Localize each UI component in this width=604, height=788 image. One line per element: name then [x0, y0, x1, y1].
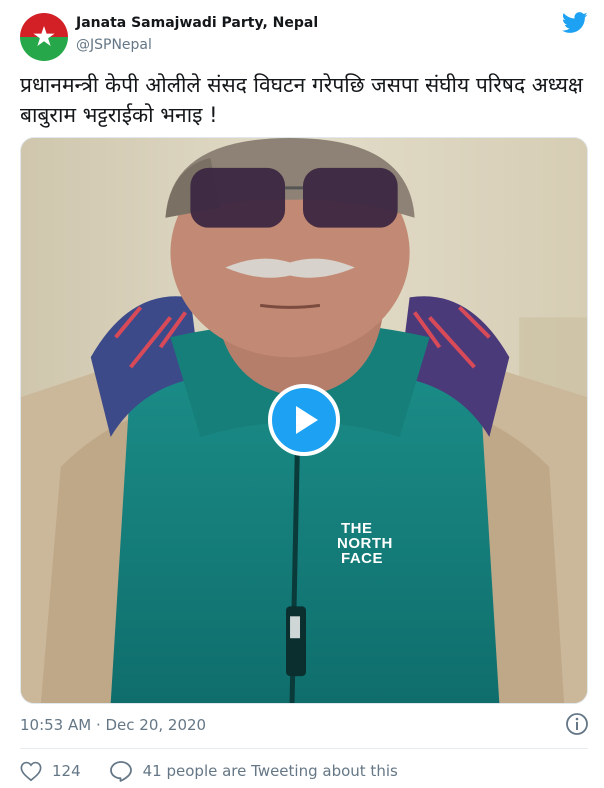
jacket-logo: THE NORTH FACE	[337, 520, 393, 567]
like-button[interactable]: 124	[20, 760, 109, 782]
embedded-tweet: Janata Samajwadi Party, Nepal @JSPNepal …	[0, 0, 604, 788]
conversation-link[interactable]: 41 people are Tweeting about this	[109, 760, 398, 782]
tweet-actions: 124 41 people are Tweeting about this	[20, 758, 398, 784]
heart-icon	[20, 761, 42, 782]
like-count: 124	[52, 762, 81, 780]
tweet-timestamp[interactable]: 10:53 AM · Dec 20, 2020	[20, 716, 206, 734]
conversation-text: 41 people are Tweeting about this	[142, 762, 398, 780]
tweet-video[interactable]: THE NORTH FACE	[20, 137, 588, 704]
play-button[interactable]	[268, 384, 340, 456]
author-handle[interactable]: @JSPNepal	[76, 37, 152, 53]
twitter-bird-icon[interactable]	[562, 12, 588, 34]
author-avatar[interactable]	[20, 13, 68, 61]
author-name[interactable]: Janata Samajwadi Party, Nepal	[76, 15, 318, 31]
info-icon[interactable]	[565, 712, 589, 736]
play-icon	[296, 406, 318, 434]
speech-bubble-icon	[109, 761, 132, 782]
party-flag-icon	[20, 13, 68, 61]
divider	[20, 748, 588, 749]
tweet-text: प्रधानमन्त्री केपी ओलीले संसद विघटन गरेप…	[20, 73, 583, 127]
